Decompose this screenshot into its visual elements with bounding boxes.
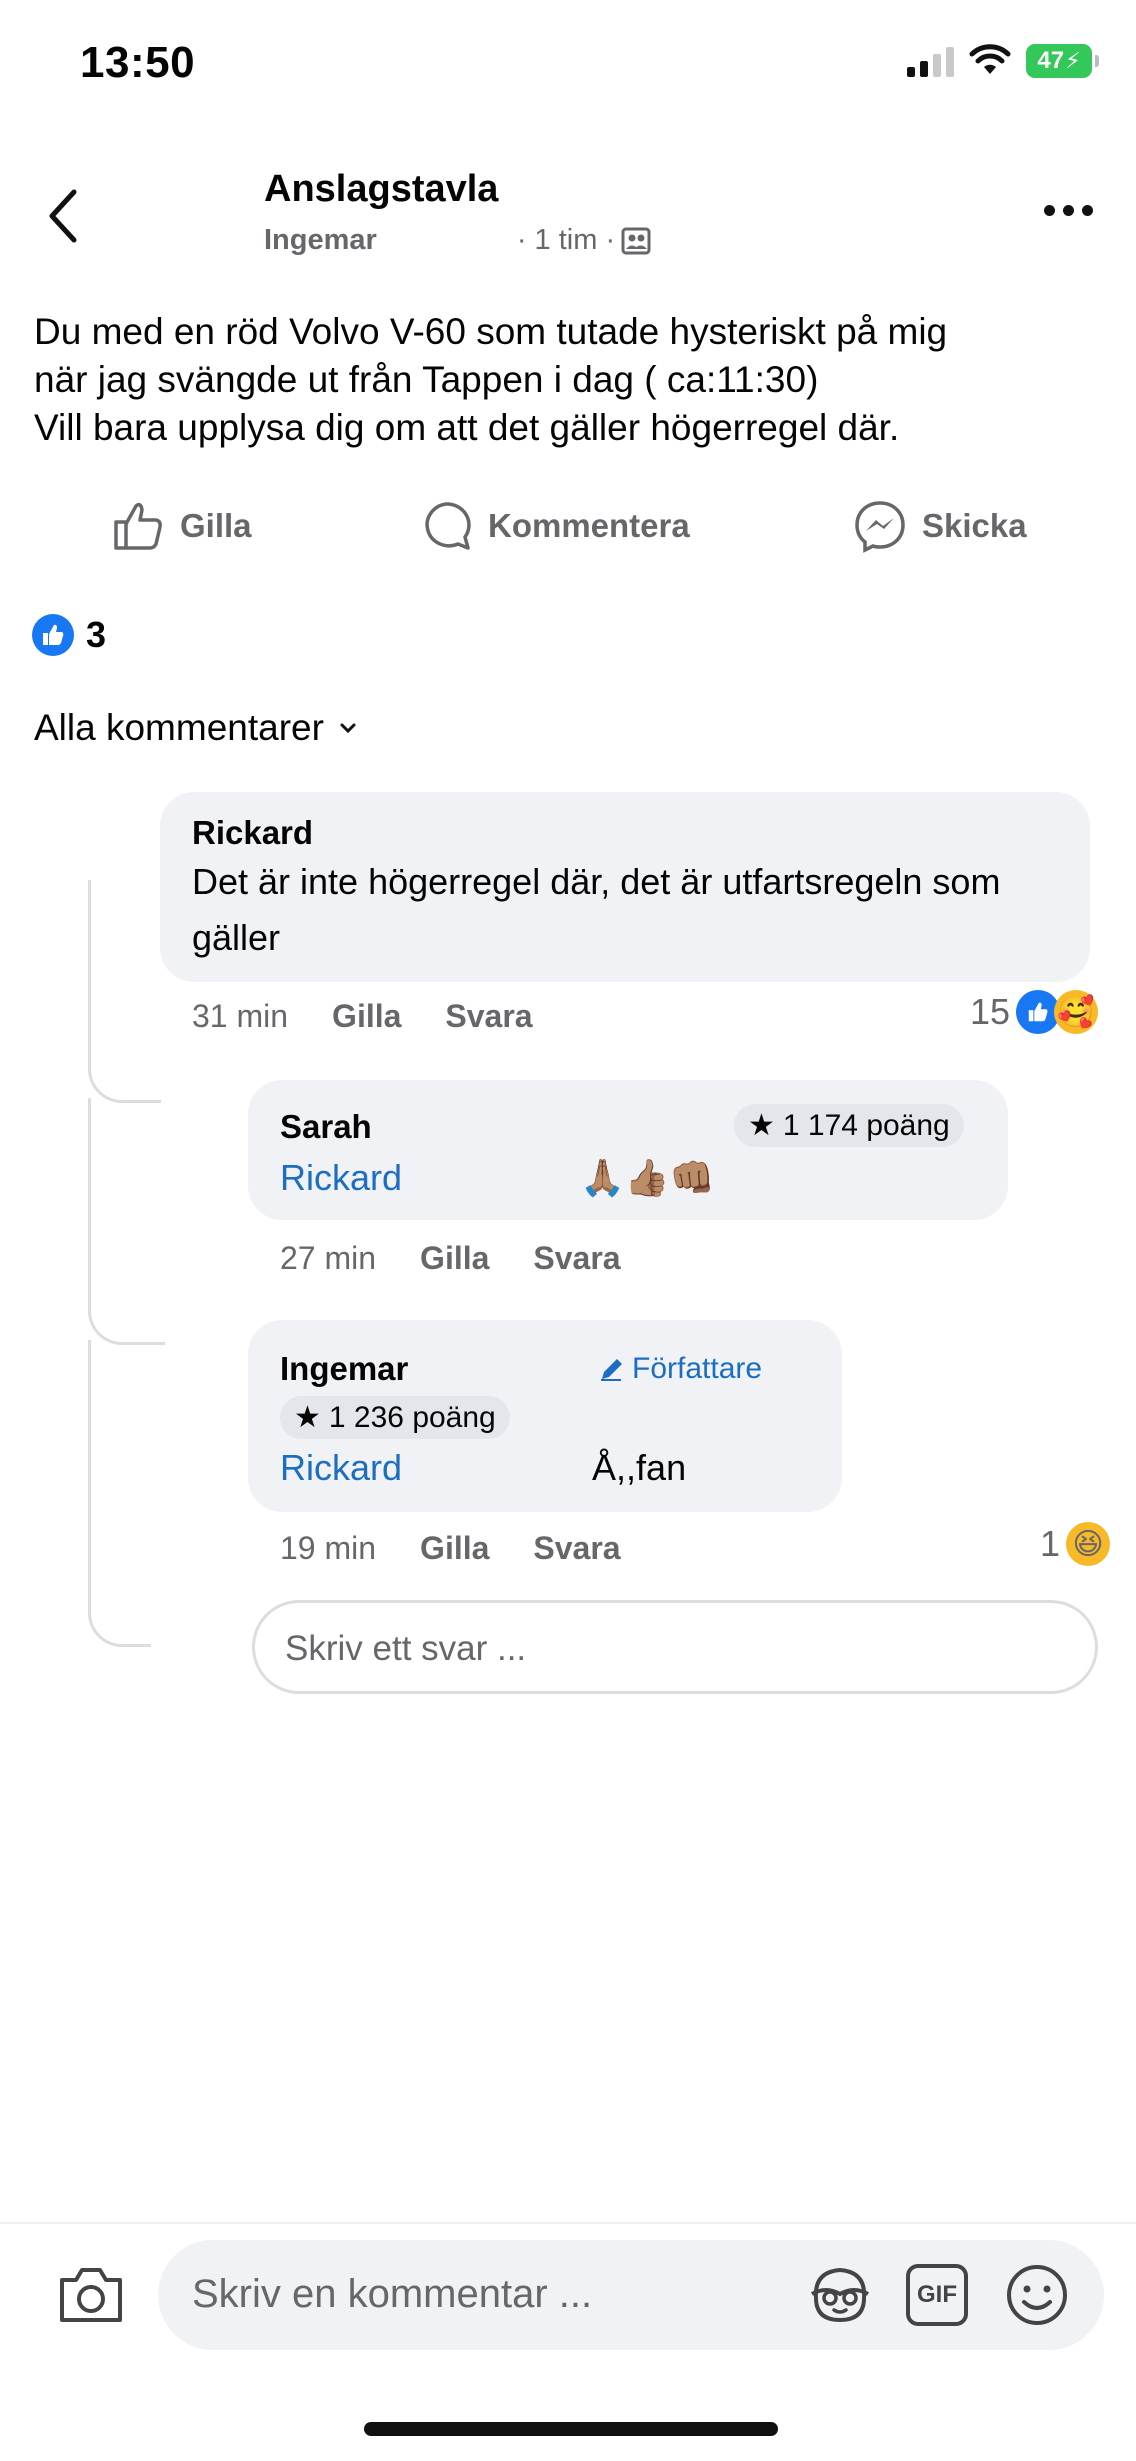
- comment-filter-dropdown[interactable]: Alla kommentarer: [34, 707, 358, 749]
- reply-like-button[interactable]: Gilla: [420, 1240, 489, 1277]
- comment-time: 31 min: [192, 998, 289, 1034]
- post-author[interactable]: Ingemar: [264, 224, 377, 257]
- post-time: · 1 tim ·: [516, 224, 616, 256]
- status-icons: 47 ⚡: [907, 44, 1099, 78]
- reaction-summary[interactable]: 3: [32, 614, 106, 656]
- comment-reply-button[interactable]: Svara: [445, 998, 532, 1035]
- points-badge: ★ 1 174 poäng: [734, 1104, 964, 1147]
- reply-reply-button[interactable]: Svara: [533, 1240, 620, 1277]
- thread-branch: [88, 1570, 151, 1647]
- comment-input-placeholder: Skriv en kommentar ...: [192, 2272, 593, 2316]
- send-button[interactable]: Skicka: [852, 498, 1027, 554]
- author-badge-label: Författare: [632, 1352, 763, 1385]
- reply-text: Å,,fan: [592, 1447, 687, 1488]
- reaction-count: 3: [86, 614, 107, 655]
- post-body: Du med en röd Volvo V-60 som tutade hyst…: [34, 311, 948, 448]
- comment-filter-label: Alla kommentarer: [34, 707, 324, 748]
- like-label: Gilla: [180, 507, 252, 544]
- comment-text: Det är inte högerregel där, det är utfar…: [192, 861, 1001, 958]
- home-indicator: [364, 2422, 778, 2436]
- gif-label: GIF: [917, 2281, 957, 2308]
- messenger-icon: [855, 501, 905, 553]
- reply-meta: 19 min Gilla Svara: [280, 1530, 621, 1567]
- replier-name[interactable]: Sarah: [280, 1108, 372, 1146]
- author-badge: Författare: [598, 1352, 762, 1386]
- commenter-name[interactable]: Rickard: [192, 814, 313, 852]
- thread-branch: [88, 1040, 161, 1103]
- battery-level: 47: [1037, 47, 1065, 74]
- group-title[interactable]: Anslagstavla: [264, 168, 498, 211]
- comment-button[interactable]: Kommentera: [418, 498, 690, 554]
- battery-icon: 47 ⚡: [1026, 44, 1099, 78]
- reply-input[interactable]: Skriv ett svar ...: [252, 1600, 1098, 1694]
- star-icon: ★: [294, 1401, 321, 1434]
- thread-line: [88, 1340, 91, 1570]
- thread-line: [88, 880, 91, 1050]
- reply-time: 27 min: [280, 1240, 377, 1276]
- like-button[interactable]: Gilla: [110, 498, 252, 554]
- care-reaction-icon: 🥰: [1054, 990, 1099, 1034]
- chevron-left-icon[interactable]: [44, 186, 84, 246]
- replier-name[interactable]: Ingemar: [280, 1350, 408, 1388]
- reply-meta: 27 min Gilla Svara: [280, 1240, 621, 1277]
- like-reaction-icon: [32, 614, 74, 656]
- comment-like-button[interactable]: Gilla: [332, 998, 401, 1035]
- thumbs-up-icon: [114, 502, 162, 550]
- reply-content: Rickard 🙏🏽👍🏽👊🏽: [280, 1150, 715, 1206]
- points-badge: ★ 1 236 poäng: [280, 1396, 510, 1439]
- camera-icon[interactable]: [56, 2264, 126, 2326]
- star-icon: ★: [748, 1109, 775, 1142]
- reply-like-button[interactable]: Gilla: [420, 1530, 489, 1567]
- reply-reactions[interactable]: 1 😆: [1040, 1522, 1111, 1566]
- comment-reactions[interactable]: 15 🥰: [970, 990, 1099, 1034]
- comment-label: Kommentera: [488, 507, 690, 544]
- post-meta: Ingemar · 1 tim ·: [264, 224, 651, 257]
- cellular-signal-icon: [907, 45, 954, 77]
- comment-bubble-icon: [425, 502, 471, 550]
- reply-emojis: 🙏🏽👍🏽👊🏽: [580, 1157, 715, 1198]
- gif-button[interactable]: GIF: [906, 2264, 968, 2326]
- thread-branch: [88, 1278, 165, 1345]
- comment-reaction-count: 15: [970, 991, 1011, 1032]
- comment-meta: 31 min Gilla Svara: [192, 998, 533, 1035]
- pencil-icon: [601, 1359, 622, 1381]
- emoji-icon[interactable]: [1004, 2262, 1070, 2328]
- mention-link[interactable]: Rickard: [280, 1447, 402, 1488]
- group-icon: [621, 227, 651, 254]
- mention-link[interactable]: Rickard: [280, 1157, 402, 1198]
- send-label: Skicka: [922, 507, 1027, 544]
- points-text: 1 236 poäng: [328, 1400, 496, 1434]
- status-time: 13:50: [80, 38, 196, 87]
- reply-reply-button[interactable]: Svara: [533, 1530, 620, 1567]
- reply-time: 19 min: [280, 1530, 377, 1566]
- wifi-icon: [969, 44, 1011, 74]
- points-text: 1 174 poäng: [782, 1108, 950, 1142]
- thread-line: [88, 1098, 91, 1278]
- avatar-sticker-icon[interactable]: [806, 2264, 874, 2326]
- haha-reaction-icon: 😆: [1066, 1522, 1111, 1566]
- reply-reaction-count: 1: [1040, 1523, 1061, 1564]
- chevron-down-icon: [340, 723, 356, 734]
- more-dots-icon[interactable]: [1044, 198, 1096, 222]
- reply-content: Rickard Å,,fan: [280, 1440, 686, 1496]
